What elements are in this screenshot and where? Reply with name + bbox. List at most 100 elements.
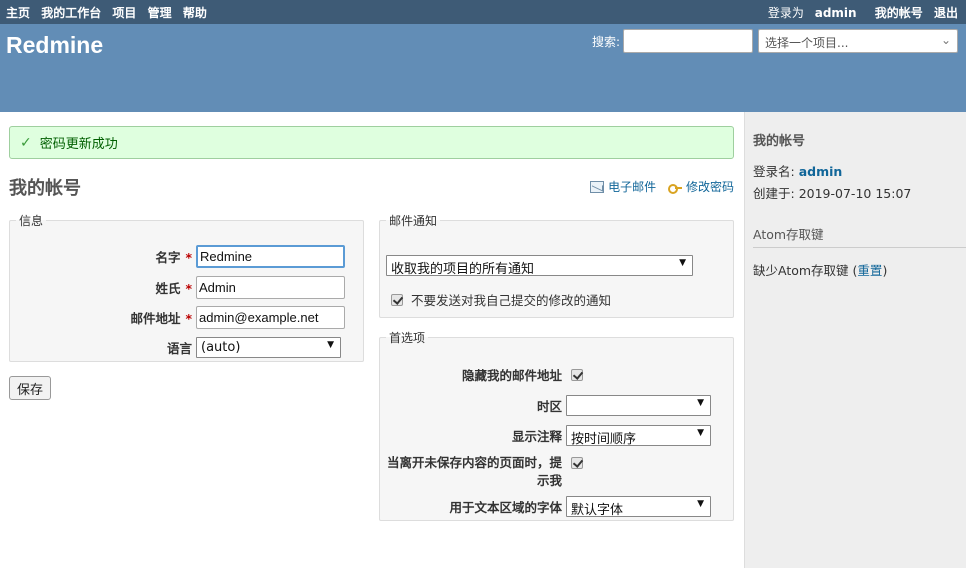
info-fieldset: 信息 名字 * 姓氏 * 邮件地址 * 语言 (auto) ▼ xyxy=(9,212,364,362)
mail-icon xyxy=(590,180,605,193)
warn-unsaved-label-line1: 当离开未保存内容的页面时，提 xyxy=(386,455,562,470)
warn-unsaved-checkbox[interactable] xyxy=(571,457,583,469)
top-menu: 主页 我的工作台 项目 管理 帮助 登录为 admin 我的帐号 退出 xyxy=(0,0,966,24)
login-user-link[interactable]: admin xyxy=(799,164,843,179)
login-label: 登录名: xyxy=(753,164,795,179)
warn-unsaved-label: 当离开未保存内容的页面时，提 示我 xyxy=(380,454,562,490)
flash-message: 密码更新成功 xyxy=(39,137,118,152)
firstname-label: 名字 * xyxy=(10,247,192,266)
project-jump-label: 选择一个项目... xyxy=(765,36,849,50)
hide-mail-checkbox[interactable] xyxy=(571,368,583,381)
language-label: 语言 xyxy=(166,341,192,356)
top-menu-left: 主页 我的工作台 项目 管理 帮助 xyxy=(6,4,214,21)
search-label: 搜索: xyxy=(591,34,620,49)
project-jump-select[interactable]: 选择一个项目... ⌄ xyxy=(758,29,958,53)
save-button[interactable]: 保存 xyxy=(9,376,52,400)
mail-notification-legend: 邮件通知 xyxy=(389,214,438,228)
dropdown-arrow-icon: ▼ xyxy=(327,340,334,350)
email-link[interactable]: 电子邮件 xyxy=(590,178,656,195)
lastname-label-text: 姓氏 xyxy=(155,281,181,296)
my-account-link[interactable]: 我的帐号 xyxy=(875,6,923,20)
firstname-input[interactable] xyxy=(196,245,345,268)
timezone-row: 时区 ▼ xyxy=(380,395,711,416)
nav-admin-link[interactable]: 管理 xyxy=(148,6,172,20)
language-row: 语言 (auto) ▼ xyxy=(10,337,341,358)
nav-help-link[interactable]: 帮助 xyxy=(183,6,207,20)
no-self-notified-checkbox[interactable] xyxy=(391,293,403,306)
logged-as-prefix: 登录为 xyxy=(767,5,804,20)
key-icon xyxy=(667,181,682,194)
change-password-label: 修改密码 xyxy=(685,180,734,194)
required-marker: * xyxy=(185,250,192,265)
dropdown-arrow-icon: ▼ xyxy=(697,499,704,509)
firstname-row: 名字 * xyxy=(10,245,345,268)
atom-missing: 缺少Atom存取键 xyxy=(753,263,849,278)
check-icon: ✓ xyxy=(20,134,32,151)
nav-projects-link[interactable]: 项目 xyxy=(112,6,136,20)
textarea-font-row: 用于文本区域的字体 默认字体 ▼ xyxy=(380,496,711,518)
lastname-row: 姓氏 * xyxy=(10,276,345,299)
email-link-label: 电子邮件 xyxy=(608,180,657,194)
login-row: 登录名: admin xyxy=(753,161,966,180)
hide-mail-label: 隐藏我的邮件地址 xyxy=(461,368,562,383)
email-input[interactable] xyxy=(196,306,345,329)
header: Redmine 搜索: 选择一个项目... ⌄ xyxy=(0,24,966,112)
nav-my-page-link[interactable]: 我的工作台 xyxy=(41,6,101,20)
required-marker: * xyxy=(185,281,192,296)
dropdown-arrow-icon: ▼ xyxy=(697,428,704,438)
logged-as: 登录为 admin xyxy=(768,6,857,20)
dropdown-arrow-icon: ▼ xyxy=(697,398,704,408)
comments-order-label: 显示注释 xyxy=(511,429,562,444)
lastname-input[interactable] xyxy=(196,276,345,299)
atom-reset-link[interactable]: 重置 xyxy=(857,263,882,278)
main: ✓ 密码更新成功 电子邮件 修改密码 我的帐号 信息 名字 * 姓氏 * 邮件地址 * xyxy=(0,112,966,568)
lastname-label: 姓氏 * xyxy=(10,278,192,297)
comments-order-row: 显示注释 按时间顺序 ▼ xyxy=(380,425,711,447)
app-title: Redmine xyxy=(6,32,104,58)
mail-notification-select[interactable]: 收取我的项目的所有通知 ▼ xyxy=(386,255,693,277)
timezone-select[interactable]: ▼ xyxy=(566,395,711,416)
no-self-notified-row: 不要发送对我自己提交的修改的通知 xyxy=(391,290,611,309)
atom-title: Atom存取键 xyxy=(753,224,966,248)
quick-search: 搜索: 选择一个项目... ⌄ xyxy=(592,29,958,53)
mail-notification-fieldset: 邮件通知 收取我的项目的所有通知 ▼ 不要发送对我自己提交的修改的通知 xyxy=(379,212,734,318)
chevron-down-icon: ⌄ xyxy=(940,33,951,47)
sidebar: 我的帐号 登录名: admin 创建于: 2019-07-10 15:07 At… xyxy=(744,112,966,568)
email-label-text: 邮件地址 xyxy=(130,311,181,326)
no-self-notified-label: 不要发送对我自己提交的修改的通知 xyxy=(411,293,612,308)
comments-order-select[interactable]: 按时间顺序 ▼ xyxy=(566,425,711,447)
mail-notification-value: 收取我的项目的所有通知 xyxy=(391,262,535,277)
comments-order-value: 按时间顺序 xyxy=(571,432,637,447)
firstname-label-text: 名字 xyxy=(155,250,181,265)
textarea-font-label: 用于文本区域的字体 xyxy=(449,500,562,515)
change-password-link[interactable]: 修改密码 xyxy=(667,178,734,195)
required-marker: * xyxy=(185,311,192,326)
language-select[interactable]: (auto) ▼ xyxy=(196,337,341,358)
created-row: 创建于: 2019-07-10 15:07 xyxy=(753,183,966,202)
preferences-fieldset: 首选项 隐藏我的邮件地址 时区 ▼ 显示注释 按时间顺序 ▼ 当离开未保存内容的… xyxy=(379,329,734,521)
info-legend: 信息 xyxy=(19,214,44,228)
search-input[interactable] xyxy=(623,29,753,53)
textarea-font-select[interactable]: 默认字体 ▼ xyxy=(566,496,711,518)
language-value: (auto) xyxy=(201,340,241,355)
preferences-legend: 首选项 xyxy=(389,331,426,345)
email-row: 邮件地址 * xyxy=(10,306,345,329)
created-label: 创建于: xyxy=(753,186,795,201)
created-value: 2019-07-10 15:07 xyxy=(798,186,912,201)
textarea-font-value: 默认字体 xyxy=(571,503,624,518)
flash-notice: ✓ 密码更新成功 xyxy=(9,126,734,159)
page-title: 我的帐号 xyxy=(9,178,81,199)
nav-home-link[interactable]: 主页 xyxy=(6,6,30,20)
warn-unsaved-row: 当离开未保存内容的页面时，提 示我 xyxy=(380,454,583,490)
content: ✓ 密码更新成功 电子邮件 修改密码 我的帐号 信息 名字 * 姓氏 * 邮件地址 * xyxy=(0,112,744,568)
email-label: 邮件地址 * xyxy=(10,308,192,327)
dropdown-arrow-icon: ▼ xyxy=(679,258,686,268)
warn-unsaved-label-line2: 示我 xyxy=(536,473,562,488)
sidebar-title: 我的帐号 xyxy=(753,134,806,149)
timezone-label: 时区 xyxy=(536,399,562,414)
atom-row: 缺少Atom存取键 (重置) xyxy=(753,263,888,278)
contextual-links: 电子邮件 修改密码 xyxy=(582,178,734,196)
logout-link[interactable]: 退出 xyxy=(934,6,958,20)
logged-as-user[interactable]: admin xyxy=(815,6,857,20)
top-menu-right: 登录为 admin 我的帐号 退出 xyxy=(768,4,960,21)
